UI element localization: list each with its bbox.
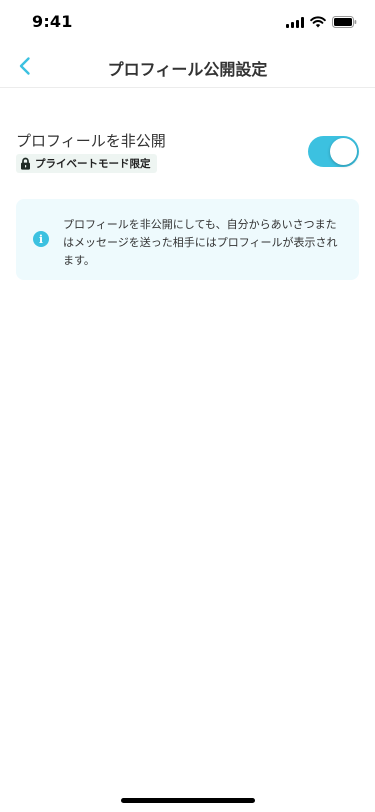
info-text: プロフィールを非公開にしても、自分からあいさつまたはメッセージを送った相手にはプ… (63, 218, 338, 267)
private-profile-setting: プロフィールを非公開 プライベートモード限定 (16, 128, 359, 178)
info-icon: i (33, 231, 49, 247)
status-bar: 9:41 (0, 0, 375, 44)
toggle-knob (330, 138, 357, 165)
badge-label: プライベートモード限定 (35, 158, 151, 170)
status-time: 9:41 (32, 12, 73, 31)
battery-icon (332, 16, 357, 28)
setting-label: プロフィールを非公開 (16, 132, 166, 150)
page-title: プロフィール公開設定 (107, 60, 268, 79)
info-box: i プロフィールを非公開にしても、自分からあいさつまたはメッセージを送った相手に… (16, 199, 359, 280)
private-profile-toggle[interactable] (308, 136, 359, 167)
wifi-icon (310, 16, 326, 28)
home-indicator[interactable] (121, 798, 255, 803)
status-icons (286, 16, 357, 28)
navigation-bar: プロフィール公開設定 (0, 44, 375, 88)
signal-icon (286, 16, 304, 28)
lock-icon (21, 157, 30, 170)
private-mode-badge: プライベートモード限定 (16, 154, 157, 173)
